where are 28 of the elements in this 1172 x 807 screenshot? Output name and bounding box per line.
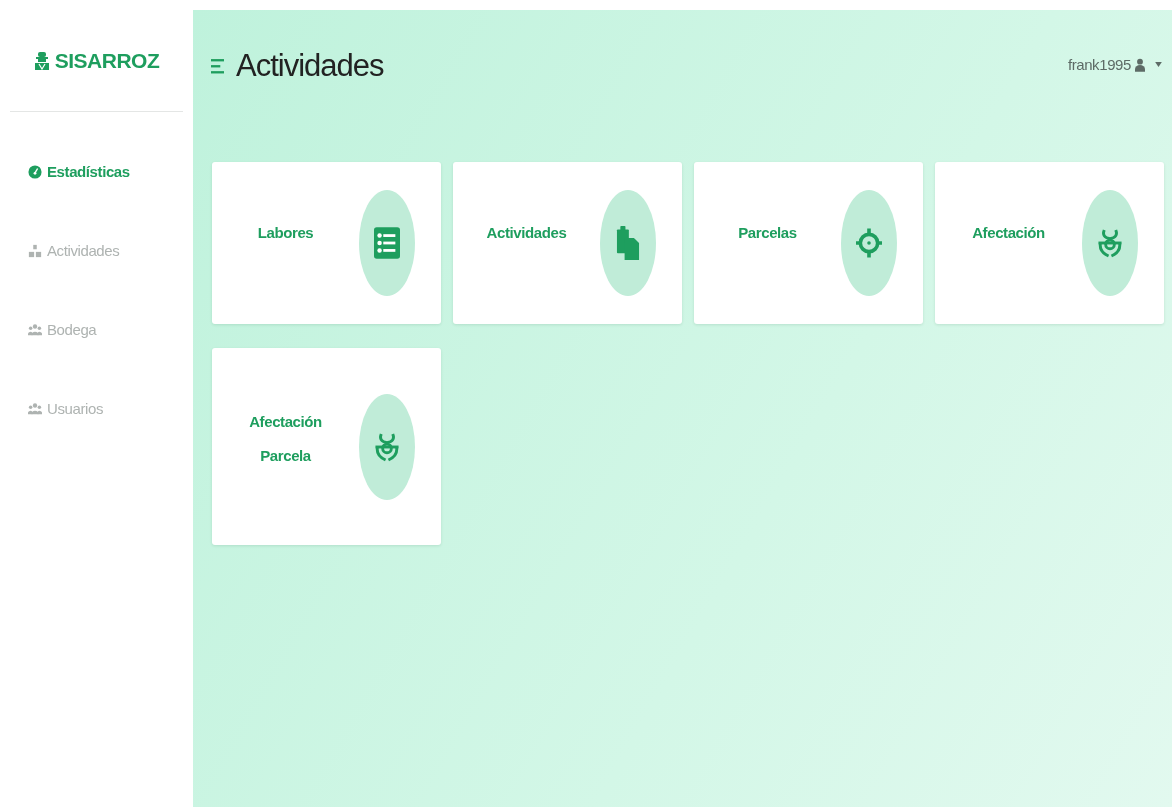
module-card[interactable]: Parcelas <box>694 162 923 324</box>
card-label: Labores <box>256 223 315 243</box>
card-label: Afectación Parcela <box>248 411 323 466</box>
worker-icon <box>33 51 50 70</box>
module-card[interactable]: Afectación Parcela <box>212 348 441 545</box>
module-card[interactable]: Afectación <box>935 162 1164 324</box>
crosshair-icon <box>856 226 882 260</box>
page-title: Actividades <box>236 48 384 84</box>
clipboard-icon <box>615 226 641 260</box>
module-card[interactable]: Labores <box>212 162 441 324</box>
module-card[interactable]: Actividades <box>453 162 682 324</box>
menu-icon[interactable] <box>211 57 224 75</box>
users-icon <box>28 401 42 416</box>
sidebar-item[interactable]: Usuarios <box>28 400 103 417</box>
workers-icon <box>28 243 42 258</box>
card-label: Afectación <box>971 223 1046 243</box>
sidebar-item[interactable]: Estadísticas <box>28 163 130 180</box>
sidebar-item[interactable]: Bodega <box>28 321 97 338</box>
gauge-icon <box>28 164 42 179</box>
card-label: Actividades <box>485 223 568 243</box>
user-icon <box>1135 57 1145 72</box>
sidebar-item[interactable]: Actividades <box>28 242 120 259</box>
user-menu[interactable]: frank1995 <box>1067 48 1162 73</box>
brand-name: SISARROZ <box>54 48 160 73</box>
list-icon <box>374 226 400 260</box>
users-icon <box>28 322 42 337</box>
card-label: Parcelas <box>737 223 798 243</box>
caret-icon <box>1155 62 1162 67</box>
